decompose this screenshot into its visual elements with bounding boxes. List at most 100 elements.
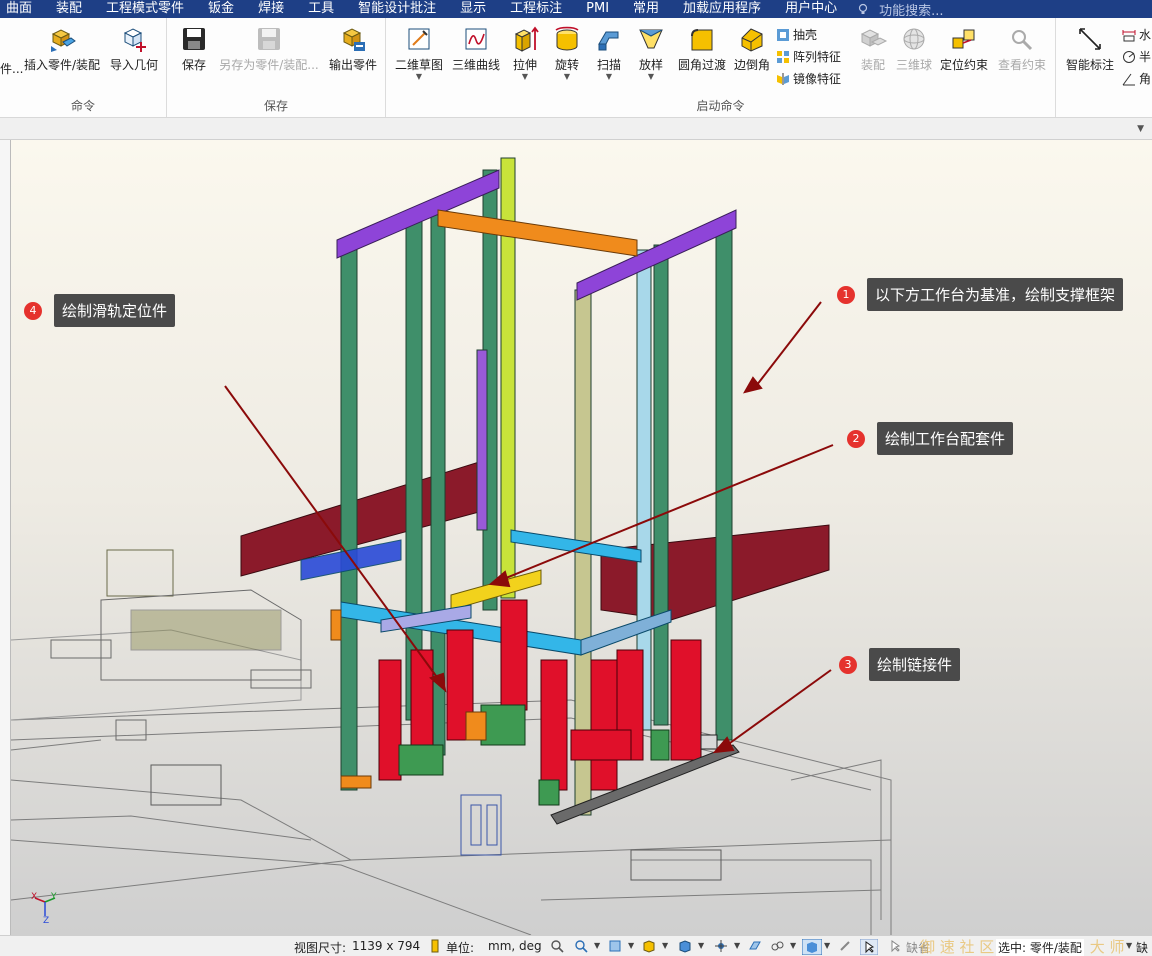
zoom-dropdown-icon[interactable]: ▼ — [594, 941, 600, 950]
horizontal-dim-button[interactable]: 水 — [1122, 26, 1151, 43]
revolve-icon — [555, 26, 579, 51]
lightbulb-icon — [858, 3, 868, 14]
ribbon-collapse-strip: ▼ — [0, 118, 1152, 140]
selection-filter[interactable]: 选中: 零件/装配 — [996, 939, 1084, 956]
position-constraint-icon — [952, 29, 975, 49]
menu-item-engineering-part[interactable]: 工程模式零件 — [94, 0, 196, 18]
menu-item-pmi[interactable]: PMI — [574, 0, 621, 18]
select-cursor-icon[interactable] — [860, 939, 878, 955]
assembly-button[interactable]: 装配 — [856, 24, 890, 73]
chamfer-button[interactable]: 边倒角 — [732, 24, 772, 73]
import-geometry-icon — [123, 28, 146, 52]
shell-icon — [777, 28, 789, 41]
pick-cursor-icon[interactable] — [888, 939, 902, 953]
save-label: 保存 — [181, 58, 206, 72]
menu-item-load-apps[interactable]: 加载应用程序 — [671, 0, 773, 18]
extrude-dropdown-icon[interactable]: ▼ — [508, 73, 542, 81]
display-mode-dropdown-icon[interactable]: ▼ — [824, 941, 830, 950]
view-constraint-button[interactable]: 查看约束 — [994, 24, 1050, 73]
app-window: 曲面 装配 工程模式零件 钣金 焊接 工具 智能设计批注 显示 工程标注 PMI… — [0, 0, 1152, 956]
pattern-button[interactable]: 阵列特征 — [776, 48, 841, 65]
shading-icon[interactable] — [678, 939, 692, 953]
menu-item-common[interactable]: 常用 — [621, 0, 671, 18]
menu-item-user-center[interactable]: 用户中心 — [773, 0, 849, 18]
loft-dropdown-icon[interactable]: ▼ — [634, 73, 668, 81]
sketch-2d-button[interactable]: 二维草图 ▼ — [392, 24, 446, 81]
import-geometry-button[interactable]: 导入几何 — [106, 24, 162, 73]
light-icon[interactable] — [838, 939, 852, 953]
unit-value[interactable]: mm, deg — [488, 939, 542, 953]
cube-view-dropdown-icon[interactable]: ▼ — [662, 941, 668, 950]
mirror-button[interactable]: 镜像特征 — [776, 70, 841, 87]
save-button[interactable]: 保存 — [175, 24, 213, 73]
menu-item-tools[interactable]: 工具 — [296, 0, 346, 18]
smart-dimension-button[interactable]: 智能标注 — [1062, 24, 1118, 73]
insert-part-truncated-button[interactable]: 件... — [0, 60, 23, 77]
left-panel-edge[interactable] — [0, 140, 11, 935]
curve-3d-label: 三维曲线 — [451, 58, 500, 72]
3d-viewport[interactable]: 1 以下方工作台为基准，绘制支撑框架 2 绘制工作台配套件 3 绘制链接件 4 … — [11, 140, 1152, 935]
cube-view-icon[interactable] — [642, 939, 656, 953]
menu-item-smart-annotation[interactable]: 智能设计批注 — [346, 0, 448, 18]
radius-dim-button[interactable]: 半 — [1122, 48, 1151, 65]
axis-z-label: Z — [43, 916, 50, 926]
zoom-icon[interactable] — [574, 939, 588, 953]
ball-3d-button[interactable]: 三维球 — [894, 24, 934, 73]
display-mode-icon[interactable] — [802, 939, 822, 955]
insert-part-button[interactable]: 插入零件/装配 — [20, 24, 104, 73]
menu-bar: 曲面 装配 工程模式零件 钣金 焊接 工具 智能设计批注 显示 工程标注 PMI… — [0, 0, 1152, 18]
menu-item-display[interactable]: 显示 — [448, 0, 498, 18]
lower-blue-component[interactable] — [460, 794, 502, 856]
feature-search[interactable]: 功能搜索... — [857, 0, 943, 18]
menu-item-surface[interactable]: 曲面 — [0, 0, 44, 18]
loft-button[interactable]: 放样 ▼ — [634, 24, 668, 81]
render-style-dropdown-icon[interactable]: ▼ — [790, 941, 796, 950]
revolve-dropdown-icon[interactable]: ▼ — [550, 73, 584, 81]
render-style-icon[interactable] — [770, 939, 784, 953]
top-beams[interactable] — [336, 169, 737, 301]
revolve-label: 旋转 — [554, 58, 579, 72]
view-constraint-label: 查看约束 — [997, 58, 1046, 72]
zoom-fit-icon[interactable] — [550, 939, 564, 953]
callout-1-badge: 1 — [837, 285, 855, 304]
chamfer-label: 边倒角 — [733, 58, 770, 72]
selection-filter-dropdown-icon[interactable]: ▼ — [1126, 941, 1132, 950]
position-constraint-button[interactable]: 定位约束 — [938, 24, 990, 73]
section-view-icon[interactable] — [714, 939, 728, 953]
axis-x-label: X — [31, 892, 38, 902]
sweep-dropdown-icon[interactable]: ▼ — [592, 73, 626, 81]
3d-model-scene[interactable] — [11, 140, 1152, 935]
unit-label: 单位: — [446, 941, 475, 955]
ribbon-options-chevron-icon[interactable]: ▼ — [1137, 124, 1144, 134]
sweep-button[interactable]: 扫描 ▼ — [592, 24, 626, 81]
section-view-dropdown-icon[interactable]: ▼ — [734, 941, 740, 950]
revolve-button[interactable]: 旋转 ▼ — [550, 24, 584, 81]
status-bar: 视图尺寸: 1139 x 794 单位: mm, deg ▼ ▼ ▼ ▼ ▼ ▼… — [0, 935, 1152, 956]
callout-3-text: 绘制链接件 — [869, 648, 961, 681]
position-constraint-label: 定位约束 — [939, 58, 988, 72]
callout-2: 2 绘制工作台配套件 — [847, 422, 1014, 455]
loft-label: 放样 — [638, 58, 663, 72]
curve-3d-button[interactable]: 三维曲线 — [448, 24, 504, 73]
menu-item-assembly[interactable]: 装配 — [44, 0, 94, 18]
save-as-button[interactable]: 另存为零件/装配... — [217, 24, 321, 73]
fillet-button[interactable]: 圆角过渡 — [674, 24, 730, 73]
shading-dropdown-icon[interactable]: ▼ — [698, 941, 704, 950]
angle-dim-button[interactable]: 角 — [1122, 70, 1151, 87]
sketch-2d-label: 二维草图 — [394, 58, 443, 72]
view-orient-icon[interactable] — [608, 939, 622, 953]
extrude-button[interactable]: 拉伸 ▼ — [508, 24, 542, 81]
shell-button[interactable]: 抽壳 — [776, 26, 817, 43]
menu-item-welding[interactable]: 焊接 — [246, 0, 296, 18]
menu-item-sheet-metal[interactable]: 钣金 — [196, 0, 246, 18]
callout-1: 1 以下方工作台为基准，绘制支撑框架 — [837, 278, 1124, 311]
plane-icon[interactable] — [748, 939, 762, 953]
horizontal-dim-icon — [1122, 29, 1136, 41]
menu-item-drawing-annotation[interactable]: 工程标注 — [498, 0, 574, 18]
ribbon-group-command-label: 命令 — [70, 99, 95, 113]
slide-rail-left[interactable] — [50, 549, 312, 741]
view-orient-dropdown-icon[interactable]: ▼ — [628, 941, 634, 950]
status-right-truncated: 缺 — [1136, 941, 1149, 955]
export-part-button[interactable]: 输出零件 — [325, 24, 381, 73]
sketch-2d-dropdown-icon[interactable]: ▼ — [392, 73, 446, 81]
